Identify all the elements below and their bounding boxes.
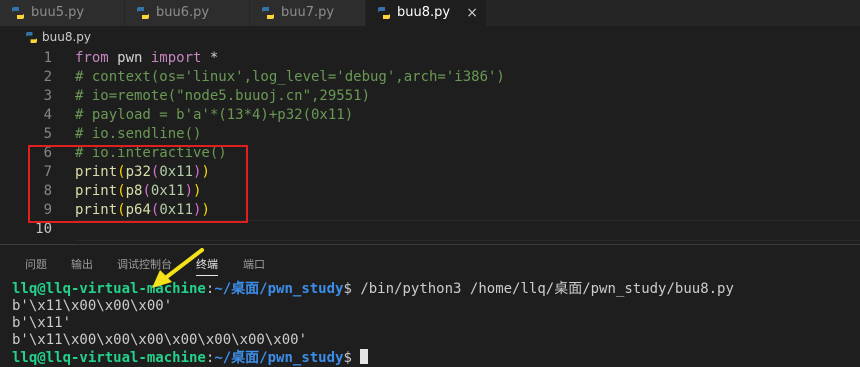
code-line-5: # io.sendline() — [75, 126, 202, 142]
current-line-highlight — [74, 220, 860, 241]
line-number: 1 — [43, 50, 52, 66]
line-number: 5 — [43, 126, 52, 142]
line-number: 4 — [43, 107, 52, 123]
terminal-prompt: $ — [343, 281, 361, 297]
python-file-icon — [26, 32, 37, 43]
terminal-user: llq@llq-virtual-machine — [12, 350, 206, 366]
tab-label: buu7.py — [281, 5, 335, 20]
tab-label: buu6.py — [156, 5, 210, 20]
tab-buu5[interactable]: buu5.py — [0, 0, 124, 26]
line-number: 3 — [43, 88, 52, 104]
tab-output[interactable]: 输出 — [71, 256, 93, 272]
code-line-4: # payload = b'a'*(13*4)+p32(0x11) — [75, 107, 354, 123]
terminal-cursor — [360, 349, 369, 364]
terminal-prompt: $ — [343, 350, 361, 366]
terminal-path: ~/桌面/pwn_study — [214, 281, 344, 297]
keyword: import — [150, 50, 202, 66]
python-file-icon — [12, 7, 24, 19]
editor-tab-bar: buu5.py buu6.py buu7.py buu8.py × — [0, 0, 860, 26]
tab-buu7[interactable]: buu7.py — [250, 0, 365, 26]
tab-label: buu5.py — [31, 5, 85, 20]
terminal-command: /bin/python3 /home/llq/桌面/pwn_study/buu8… — [360, 281, 734, 297]
tab-buu8[interactable]: buu8.py × — [366, 0, 486, 26]
tab-buu6[interactable]: buu6.py — [125, 0, 249, 26]
code-line-3: # io=remote("node5.buuoj.cn",29551) — [75, 88, 371, 104]
code-line-2: # context(os='linux',log_level='debug',a… — [75, 69, 505, 85]
terminal-prompt-line[interactable]: llq@llq-virtual-machine:~/桌面/pwn_study$ — [12, 349, 369, 367]
terminal-command-line[interactable]: llq@llq-virtual-machine:~/桌面/pwn_study$ … — [12, 281, 734, 298]
bottom-panel: 问题 输出 调试控制台 终端 端口 llq@llq-virtual-machin… — [0, 244, 860, 366]
tab-problems[interactable]: 问题 — [25, 256, 47, 272]
python-file-icon — [262, 7, 274, 19]
python-file-icon — [137, 7, 149, 19]
terminal-path: ~/桌面/pwn_study — [214, 350, 344, 366]
terminal-output-line: b'\x11' — [12, 315, 72, 331]
line-number: 2 — [43, 69, 52, 85]
tab-label: buu8.py — [397, 5, 451, 20]
tab-ports[interactable]: 端口 — [243, 256, 265, 272]
breadcrumb-file: buu8.py — [42, 30, 91, 44]
red-highlight-box — [28, 145, 248, 223]
code-line-1: from pwn import * — [75, 49, 218, 68]
close-icon[interactable]: × — [466, 1, 478, 25]
python-file-icon — [378, 7, 390, 19]
terminal-output-line: b'\x11\x00\x00\x00\x00\x00\x00\x00' — [12, 332, 308, 348]
module: pwn — [108, 50, 151, 66]
arrow-annotation-icon — [152, 248, 204, 288]
keyword: from — [75, 50, 109, 66]
terminal-output-line: b'\x11\x00\x00\x00' — [12, 298, 173, 314]
star: * — [201, 50, 219, 66]
